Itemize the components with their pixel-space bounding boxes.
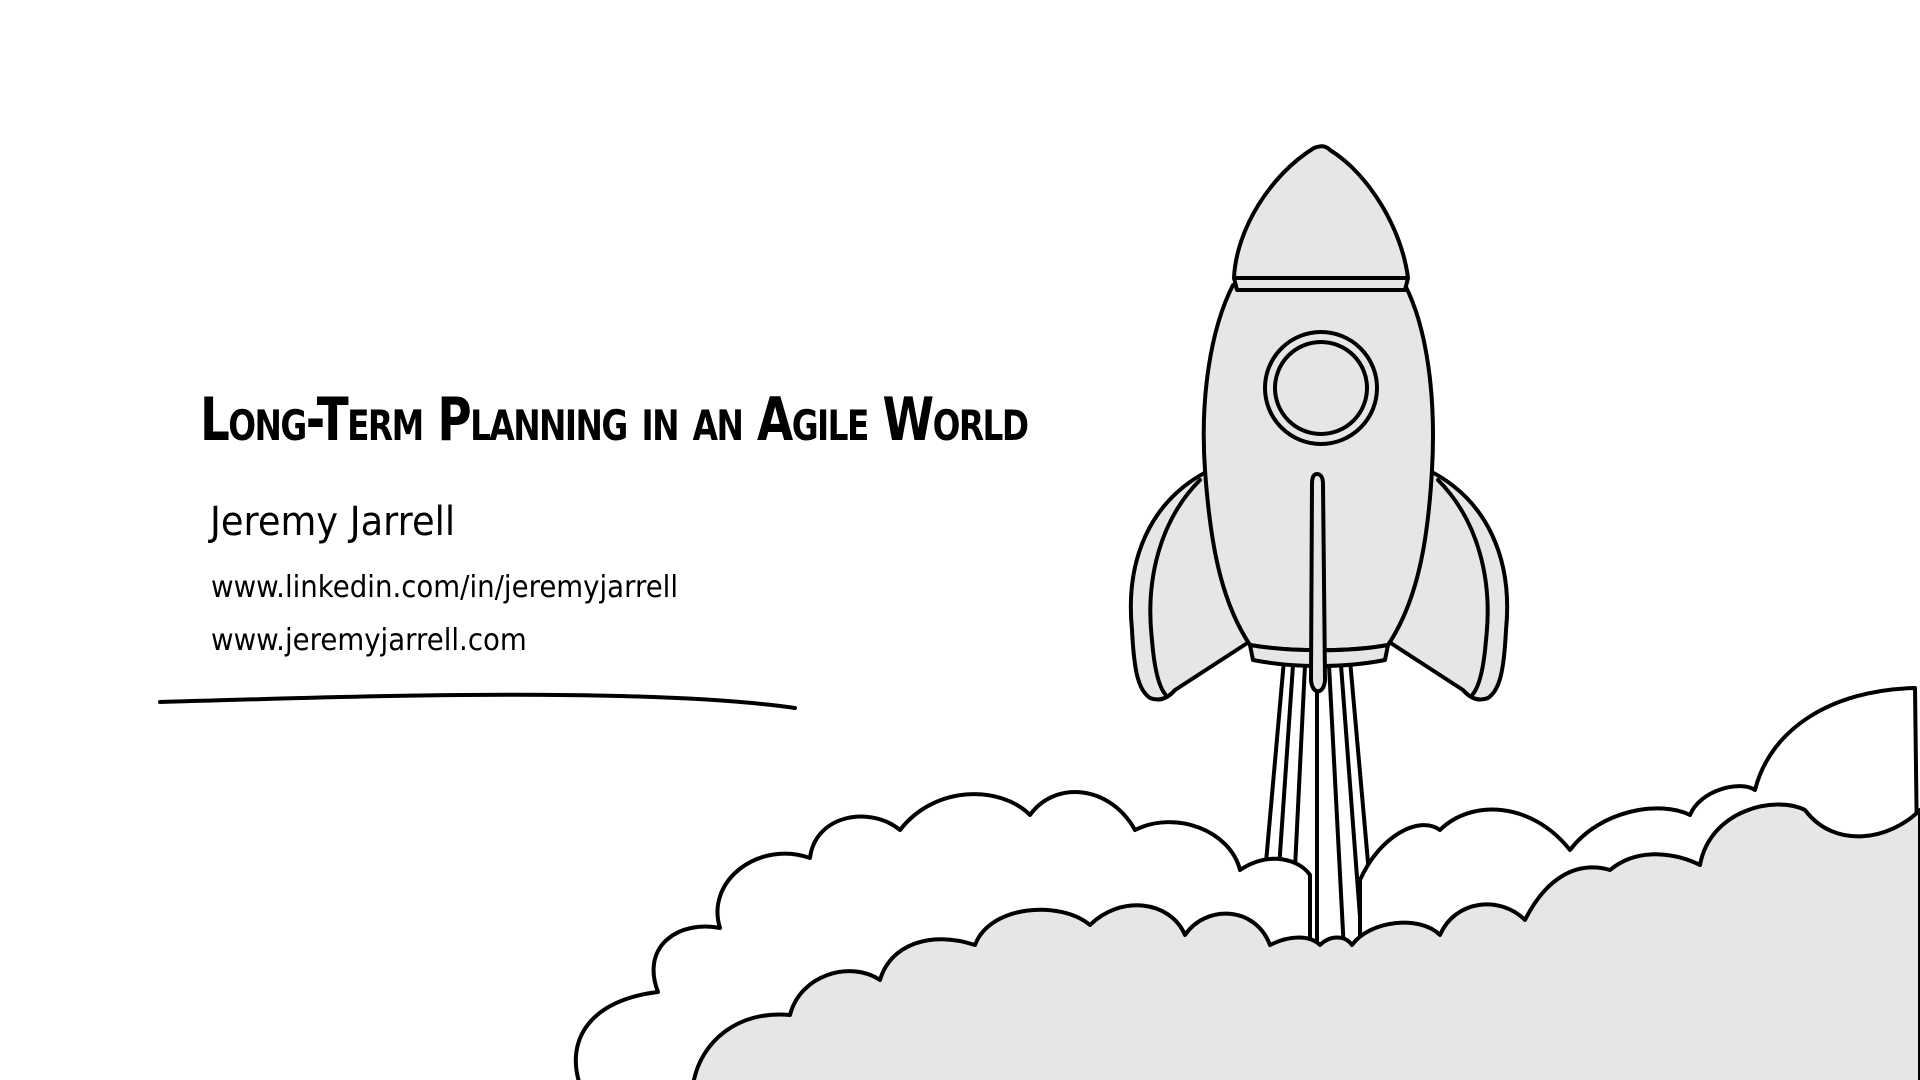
linkedin-link[interactable]: www.linkedin.com/in/jeremyjarrell xyxy=(211,566,678,610)
title-slide: Long-Term Planning in an Agile World Jer… xyxy=(0,0,1920,1080)
slide-title: Long-Term Planning in an Agile World xyxy=(200,385,1029,455)
underline-stroke xyxy=(158,692,797,710)
website-link[interactable]: www.jeremyjarrell.com xyxy=(211,619,527,663)
rocket-center-fin xyxy=(1309,472,1327,694)
rocket-nose-cone xyxy=(1232,144,1410,280)
author-name: Jeremy Jarrell xyxy=(210,499,456,545)
rocket-collar xyxy=(1232,276,1410,292)
rocket-window-glass xyxy=(1273,340,1369,436)
